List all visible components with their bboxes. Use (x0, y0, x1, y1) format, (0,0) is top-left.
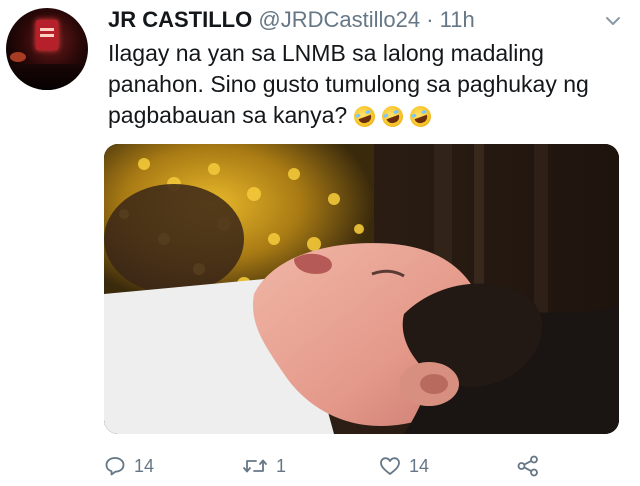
rolling-laughing-emoji-icon (378, 103, 406, 130)
reply-count: 14 (134, 455, 155, 476)
timestamp[interactable]: 11h (440, 7, 475, 32)
chevron-down-icon[interactable] (604, 12, 622, 30)
retweet-count: 1 (276, 455, 287, 476)
author-name[interactable]: JR CASTILLO (108, 7, 252, 32)
retweet-button[interactable]: 1 (242, 452, 286, 480)
heart-icon (380, 457, 400, 475)
share-icon (517, 455, 538, 477)
reply-icon (105, 457, 125, 476)
like-button[interactable]: 14 (379, 452, 429, 480)
tweet-actions: 14 1 14 (104, 452, 564, 480)
emoji-group (350, 103, 435, 135)
tweet-text-block: Ilagay na yan sa LNMB sa lalong madaling… (108, 38, 628, 135)
tweet-card[interactable]: JR CASTILLO @JRDCastillo24 · 11h Ilagay … (0, 0, 640, 486)
separator-dot: · (426, 7, 434, 32)
like-count: 14 (409, 455, 430, 476)
tweet-header: JR CASTILLO @JRDCastillo24 · 11h (108, 6, 475, 34)
author-handle[interactable]: @JRDCastillo24 (258, 7, 420, 32)
retweet-icon (243, 459, 267, 473)
tweet-photo[interactable] (104, 144, 619, 434)
tweet-text: Ilagay na yan sa LNMB sa lalong madaling… (108, 40, 589, 128)
photo-illustration (104, 144, 619, 434)
rolling-laughing-emoji-icon (350, 103, 378, 130)
reply-button[interactable]: 14 (104, 452, 154, 480)
avatar[interactable] (6, 8, 88, 90)
share-button[interactable] (516, 452, 548, 480)
rolling-laughing-emoji-icon (407, 103, 435, 130)
